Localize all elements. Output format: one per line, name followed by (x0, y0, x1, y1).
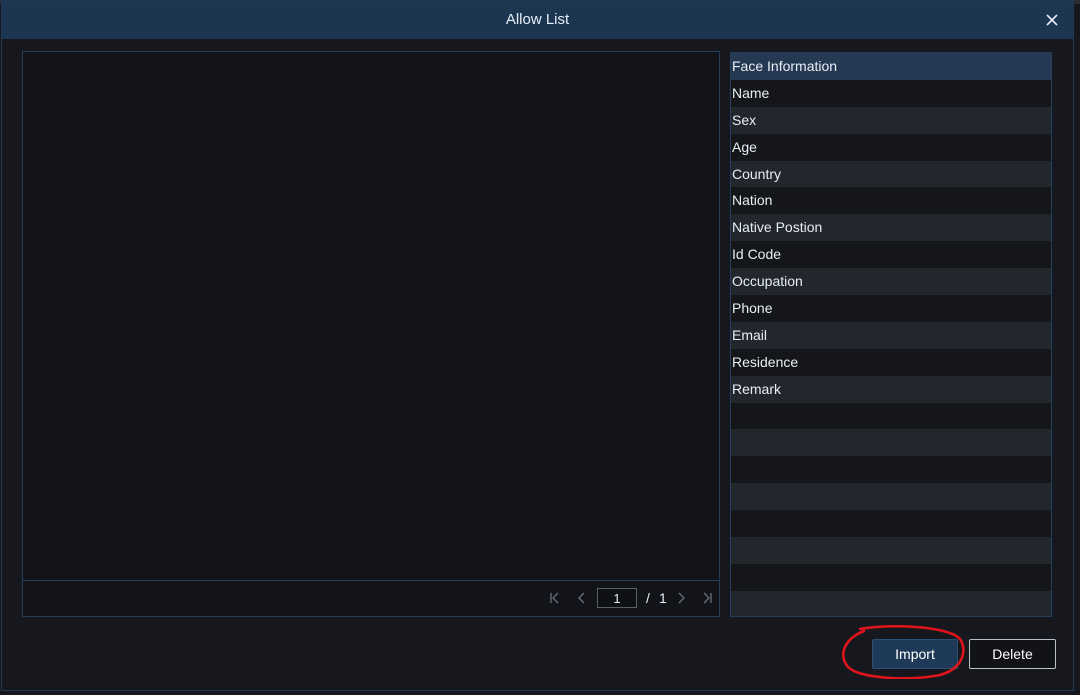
table-body: Name Sex Age Country Nation Native Postion Id … (731, 79, 1051, 616)
table-row (731, 510, 1051, 538)
table-row (731, 563, 1051, 591)
table-row: Residence (731, 348, 1051, 376)
last-page-button[interactable] (699, 590, 715, 606)
table-row (731, 590, 1051, 616)
table-row (731, 429, 1051, 457)
table-row (731, 537, 1051, 564)
table-row: Native Postion (731, 214, 1051, 242)
first-page-button[interactable] (547, 590, 563, 606)
prev-page-icon (578, 592, 585, 604)
table-row: Email (731, 321, 1051, 349)
first-page-icon (550, 592, 559, 604)
table-row: Occupation (731, 268, 1051, 296)
pagination-bar: / 1 (23, 580, 719, 616)
table-row: Remark (731, 375, 1051, 403)
table-row (731, 483, 1051, 511)
table-row: Age (731, 133, 1051, 161)
allow-list-dialog: Allow List / 1 (1, 0, 1074, 691)
table-row: Id Code (731, 241, 1051, 269)
table-row (731, 456, 1051, 484)
page-total: 1 (659, 590, 667, 606)
table-header: Face Information (731, 53, 1051, 80)
delete-button[interactable]: Delete (969, 639, 1056, 669)
dialog-titlebar: Allow List (2, 1, 1073, 39)
table-row (731, 402, 1051, 430)
table-row: Phone (731, 295, 1051, 322)
table-row: Sex (731, 106, 1051, 134)
table-row: Country (731, 160, 1051, 188)
import-button[interactable]: Import (872, 639, 958, 669)
page-separator: / (646, 590, 650, 606)
page-number-input[interactable] (597, 588, 637, 608)
table-row: Nation (731, 187, 1051, 215)
last-page-icon (703, 592, 712, 604)
face-information-table: Face Information Name Sex Age Country Nation… (730, 52, 1052, 617)
face-image-area (23, 52, 719, 581)
face-preview-panel: / 1 (22, 51, 720, 617)
prev-page-button[interactable] (574, 590, 590, 606)
next-page-button[interactable] (673, 590, 689, 606)
close-button[interactable] (1041, 9, 1063, 31)
close-icon (1046, 14, 1058, 26)
table-row: Name (731, 79, 1051, 107)
dialog-title: Allow List (505, 11, 570, 28)
next-page-icon (678, 592, 685, 604)
